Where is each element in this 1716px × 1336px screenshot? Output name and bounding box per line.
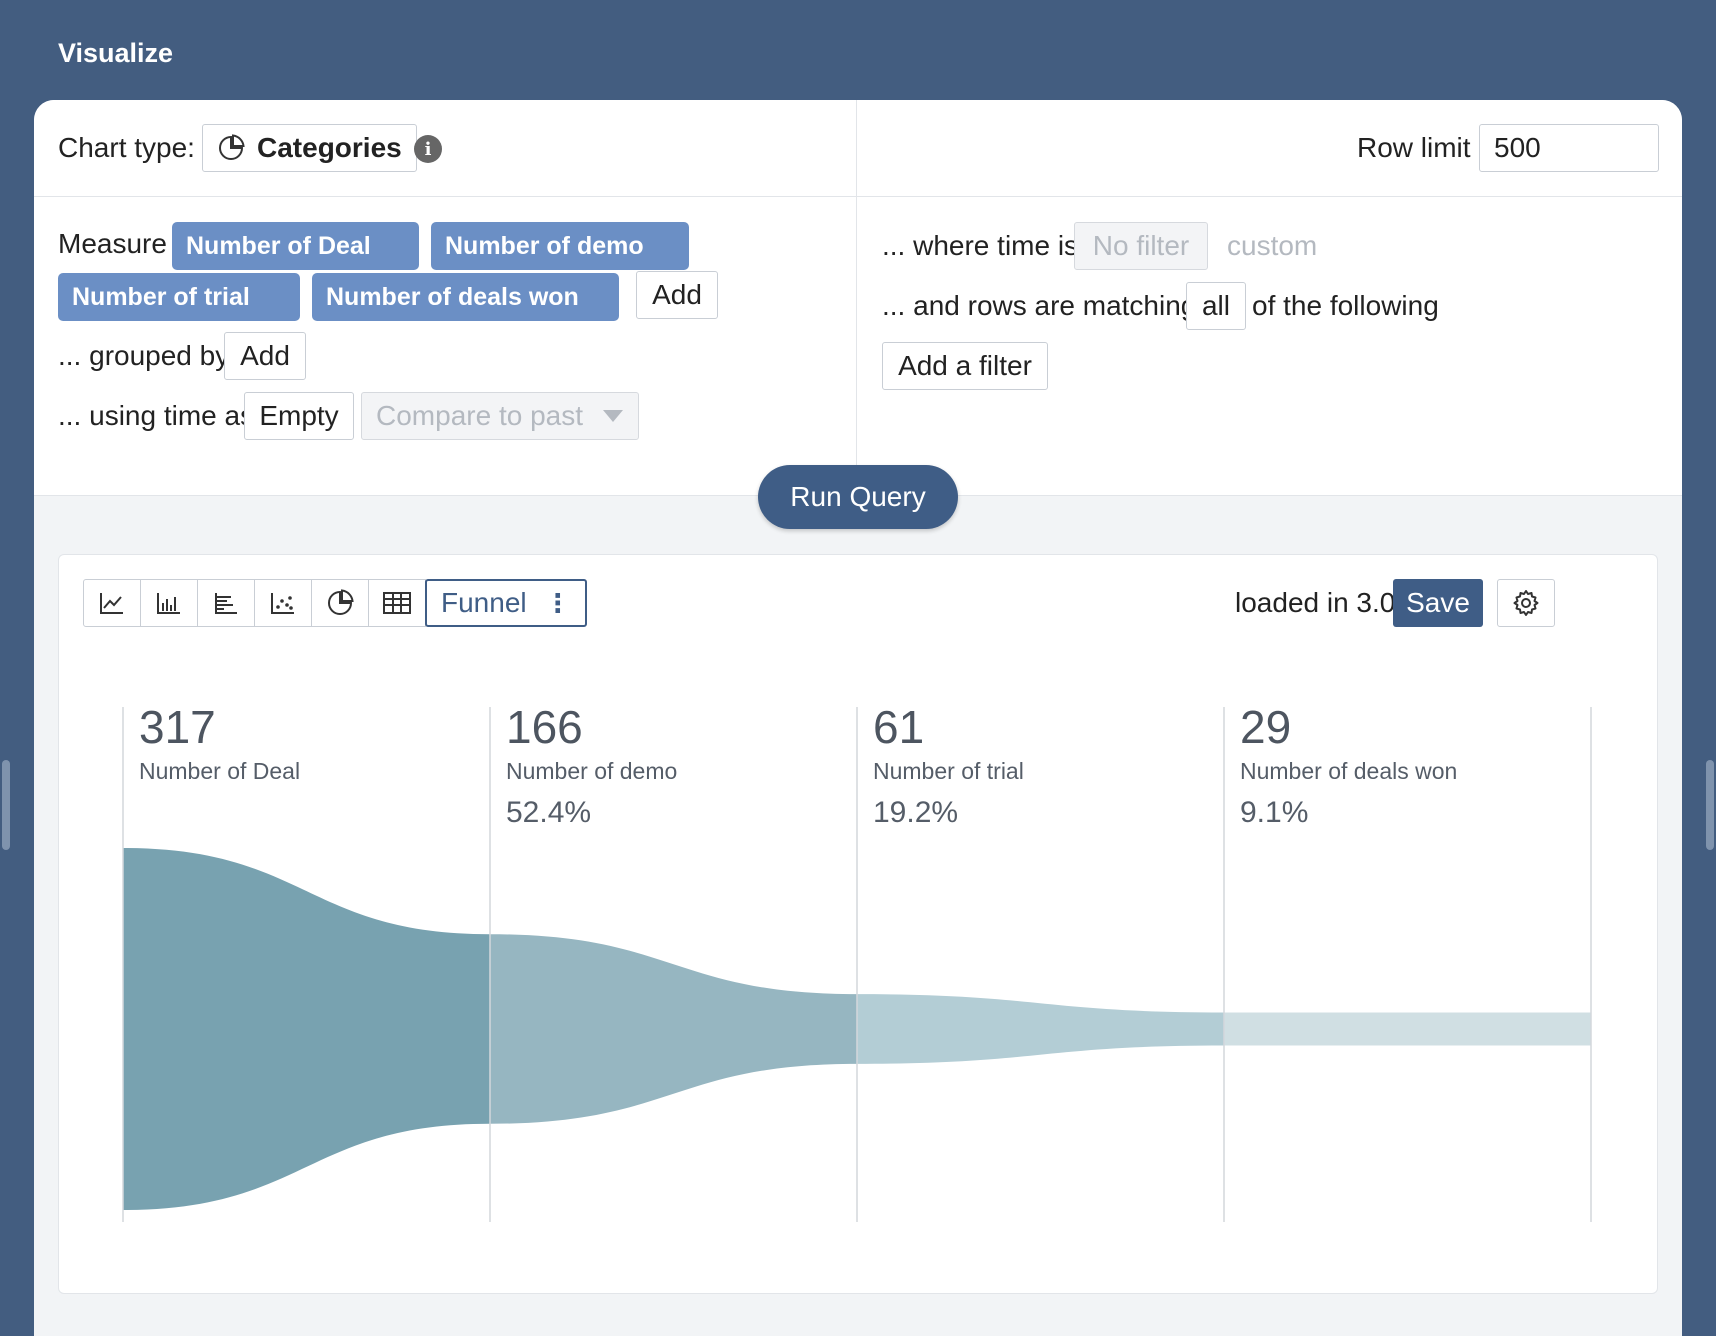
custom-link[interactable]: custom — [1227, 230, 1317, 262]
rows-matching-label: ... and rows are matching — [882, 290, 1197, 321]
stage-value: 61 — [873, 701, 924, 753]
following-label: of the following — [1252, 290, 1439, 321]
query-builder: Chart type: Categories i Row limit 500 M… — [34, 100, 1682, 496]
chevron-down-icon — [603, 410, 623, 422]
page-title: Visualize — [58, 38, 174, 68]
pie-chart-icon — [219, 134, 245, 160]
chart-type-select[interactable]: Categories — [202, 124, 417, 172]
compare-to-past-select[interactable]: Compare to past — [361, 392, 639, 440]
right-resize-handle[interactable] — [1706, 760, 1714, 850]
where-time-label: ... where time is — [882, 230, 1079, 261]
stage-value: 317 — [139, 701, 216, 753]
stage-value: 29 — [1240, 701, 1291, 753]
visualize-panel: Chart type: Categories i Row limit 500 M… — [34, 100, 1682, 1336]
time-dimension-select[interactable]: Empty — [244, 392, 354, 440]
run-query-button[interactable]: Run Query — [758, 465, 958, 529]
query-divider-vertical — [856, 100, 857, 496]
match-mode-select[interactable]: all — [1186, 282, 1246, 330]
stage-value: 166 — [506, 701, 583, 753]
measure-pill[interactable]: Number of deals won — [312, 273, 619, 321]
chart-type-label: Chart type: — [58, 132, 195, 163]
time-filter-select[interactable]: No filter — [1074, 222, 1208, 270]
stage-label: Number of demo — [506, 758, 677, 784]
query-divider-horizontal — [34, 196, 1682, 197]
funnel-segment — [490, 934, 857, 1124]
measure-pill[interactable]: Number of trial — [58, 273, 300, 321]
chart-type-value: Categories — [257, 132, 402, 163]
add-measure-button[interactable]: Add — [636, 271, 718, 319]
measure-label: Measure — [58, 228, 167, 259]
funnel-segment — [123, 848, 490, 1210]
stage-percent: 19.2% — [873, 796, 958, 829]
measure-pill[interactable]: Number of Deal — [172, 222, 419, 270]
funnel-segment — [1224, 1012, 1591, 1046]
row-limit-label: Row limit — [1357, 132, 1471, 163]
grouped-by-label: ... grouped by — [58, 340, 230, 371]
stage-label: Number of trial — [873, 758, 1024, 784]
left-resize-handle[interactable] — [2, 760, 10, 850]
row-limit-input[interactable]: 500 — [1479, 124, 1659, 172]
time-label: ... using time as — [58, 400, 255, 431]
compare-to-past-placeholder: Compare to past — [376, 400, 583, 431]
results-card: Funnel ⋮ loaded in 3.065s Save 317 Number… — [58, 554, 1658, 1294]
stage-percent: 52.4% — [506, 796, 591, 829]
measure-pill[interactable]: Number of demo — [431, 222, 689, 270]
stage-percent: 9.1% — [1240, 796, 1308, 829]
funnel-chart: 317 Number of Deal 166 Number of demo 52.4% 6… — [122, 701, 1592, 1222]
stage-label: Number of deals won — [1240, 758, 1457, 784]
info-icon[interactable]: i — [414, 135, 442, 163]
add-group-button[interactable]: Add — [224, 332, 306, 380]
stage-label: Number of Deal — [139, 758, 300, 784]
funnel-segment — [857, 994, 1224, 1064]
add-filter-button[interactable]: Add a filter — [882, 342, 1048, 390]
